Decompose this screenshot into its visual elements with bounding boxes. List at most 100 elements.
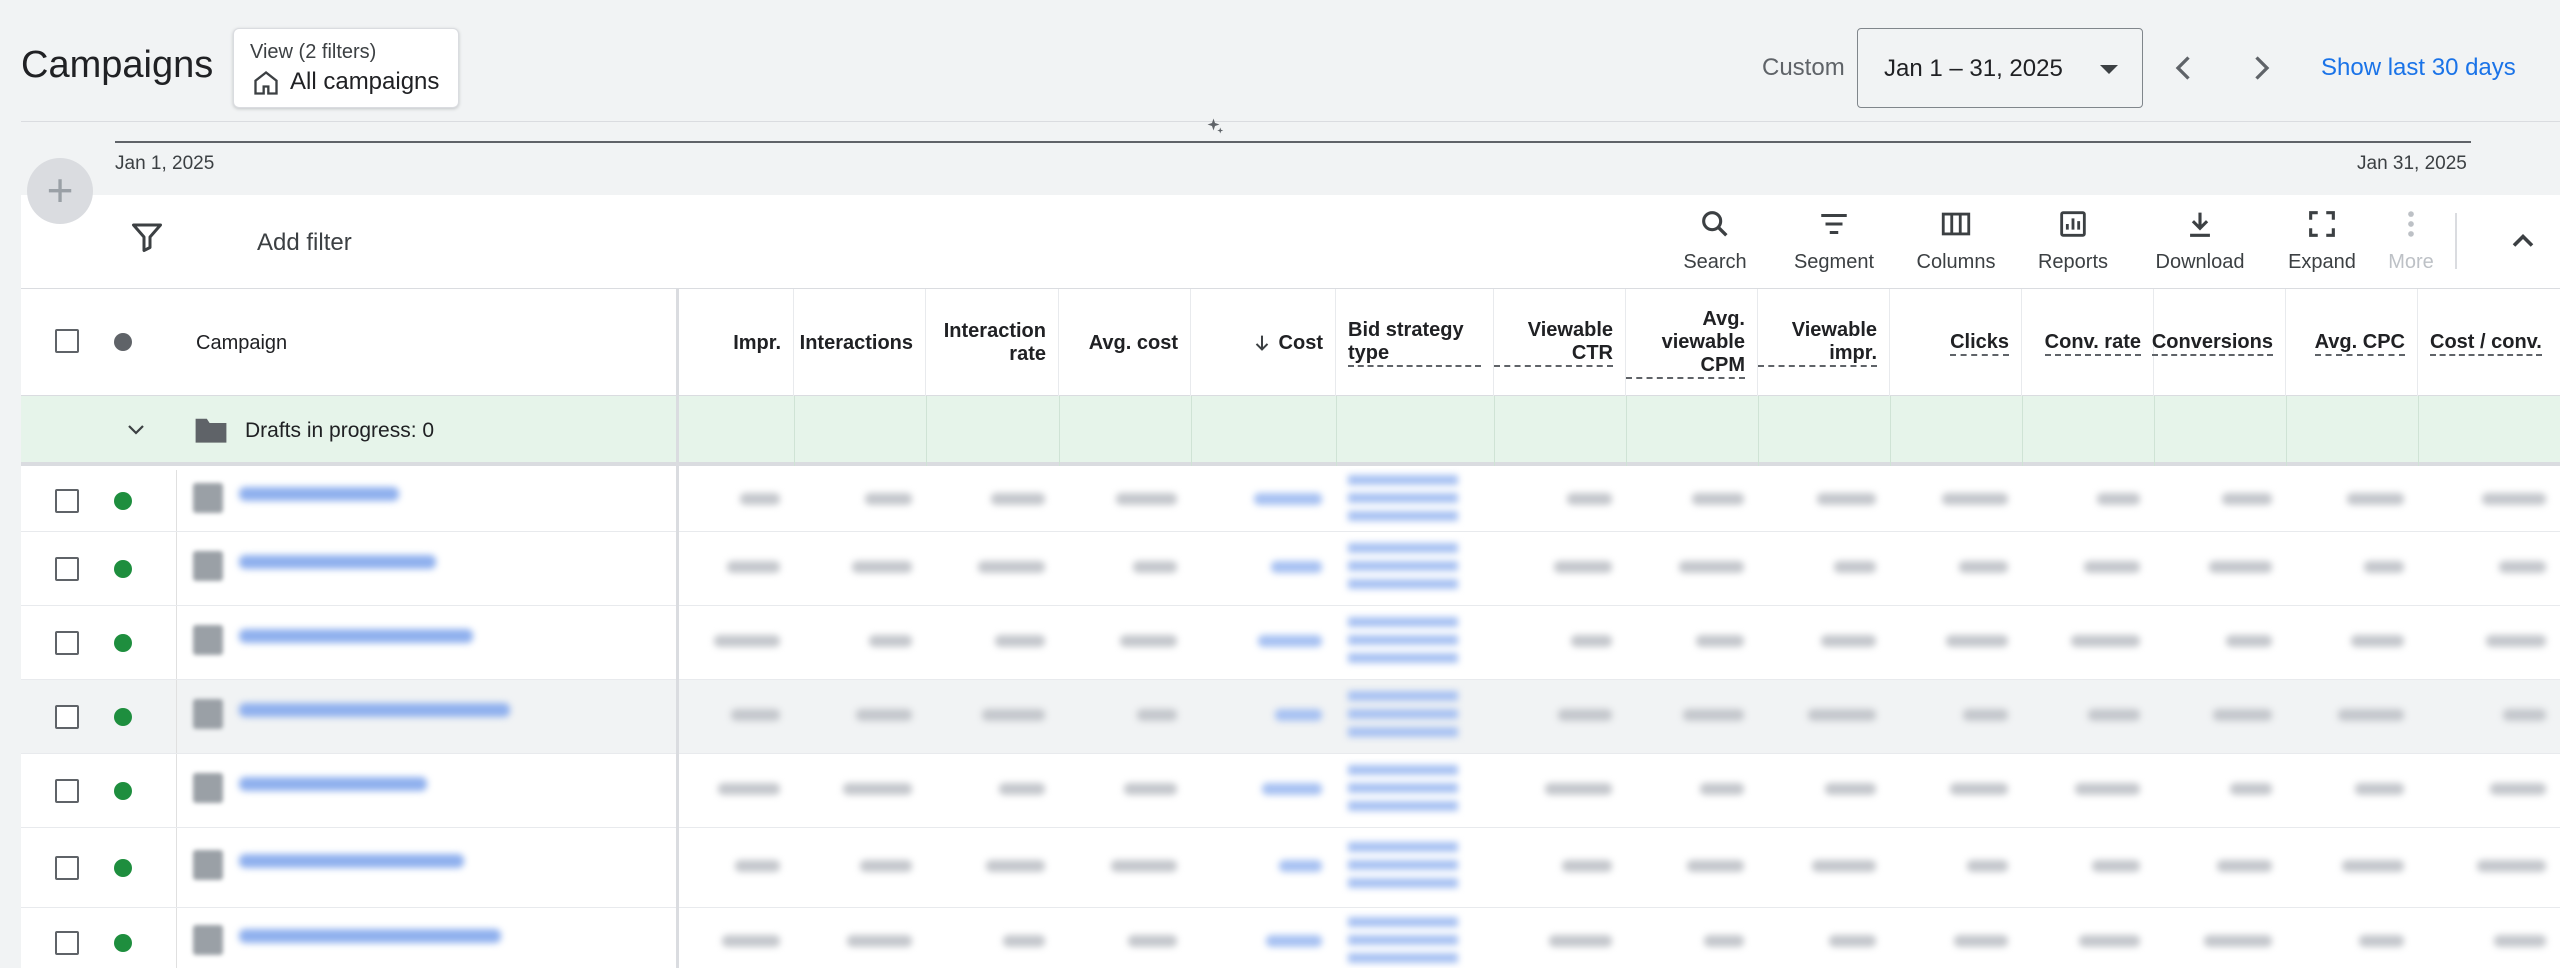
col-interaction-rate[interactable]: Interaction rate [926,289,1059,397]
campaign-type-icon [193,850,223,880]
row-cell-value [1692,493,1744,505]
col-interactions[interactable]: Interactions [794,289,926,397]
chevron-left-icon[interactable] [2166,48,2202,88]
view-selector-button[interactable]: View (2 filters) All campaigns [233,28,459,108]
status-enabled-icon[interactable] [114,560,132,578]
campaign-name-link[interactable] [239,929,501,943]
toolbar-more-button[interactable]: More [2373,207,2449,274]
col-conv-rate[interactable]: Conv. rate [2022,289,2154,397]
toolbar-download-button[interactable]: Download [2129,207,2271,274]
col-impr-label: Impr. [733,331,781,354]
row-divider [176,470,177,531]
campaign-name-link[interactable] [239,487,399,501]
sparkle-icon[interactable] [1206,117,1224,135]
add-campaign-button[interactable]: + [27,158,93,224]
campaign-name-link[interactable] [239,555,436,569]
row-cell-value [2347,493,2404,505]
col-viewable-ctr-label: Viewable CTR [1494,319,1613,367]
col-cost-label: Cost [1278,331,1323,354]
col-avg-cpc[interactable]: Avg. CPC [2286,289,2418,397]
select-all-checkbox[interactable] [55,329,79,353]
row-checkbox[interactable] [55,557,79,581]
table-row[interactable] [21,606,2560,680]
toolbar-reports-button[interactable]: Reports [2017,207,2129,274]
row-cell-value [1963,709,2008,721]
row-cell-value [1262,783,1322,795]
toolbar-columns-button[interactable]: Columns [1895,207,2017,274]
bid-strategy-link[interactable] [1348,917,1458,968]
toolbar-expand-button[interactable]: Expand [2271,207,2373,274]
campaign-name-link[interactable] [239,854,464,868]
row-cell-value [1567,493,1612,505]
row-checkbox[interactable] [55,779,79,803]
bid-strategy-link[interactable] [1348,765,1458,817]
show-last-30-days-link[interactable]: Show last 30 days [2321,54,2516,82]
status-enabled-icon[interactable] [114,708,132,726]
col-conversions[interactable]: Conversions [2151,289,2286,397]
row-cell-value [852,561,912,573]
col-avg-viewable-cpm-label: Avg. viewable CPM [1626,308,1745,379]
col-cost-conv[interactable]: Cost / conv. [2418,289,2560,397]
col-cost-conv-label: Cost / conv. [2430,331,2542,356]
row-cell-value [1959,561,2008,573]
add-filter-button[interactable]: Add filter [257,229,352,257]
status-enabled-icon[interactable] [114,859,132,877]
toolbar-more-label: More [2388,251,2434,273]
timeline-track[interactable] [115,141,2471,143]
chevron-up-icon[interactable] [2505,223,2541,259]
row-checkbox[interactable] [55,489,79,513]
col-avg-cost-label: Avg. cost [1088,331,1178,354]
col-impr[interactable]: Impr. [681,289,794,397]
bid-strategy-link[interactable] [1348,475,1458,527]
date-range-select[interactable]: Jan 1 – 31, 2025 [1857,28,2143,108]
col-bid-strategy[interactable]: Bid strategy type [1336,289,1494,397]
expand-icon [2309,211,2335,237]
row-cell-value [740,493,780,505]
row-checkbox[interactable] [55,631,79,655]
bid-strategy-link[interactable] [1348,691,1458,743]
filter-icon[interactable] [129,219,165,255]
bid-strategy-link[interactable] [1348,543,1458,595]
campaign-name-link[interactable] [239,777,427,791]
campaign-name-link[interactable] [239,629,473,643]
col-clicks-label: Clicks [1950,331,2009,356]
row-cell-value [1954,935,2008,947]
row-cell-value [2482,493,2546,505]
campaign-name-link[interactable] [239,703,510,717]
drafts-row[interactable]: Drafts in progress: 0 [21,396,2560,466]
row-cell-value [995,635,1045,647]
row-checkbox[interactable] [55,856,79,880]
status-enabled-icon[interactable] [114,782,132,800]
bid-strategy-link[interactable] [1348,617,1458,669]
table-row[interactable] [21,532,2560,606]
toolbar-search-button[interactable]: Search [1664,207,1766,274]
col-clicks[interactable]: Clicks [1890,289,2022,397]
col-avg-cost[interactable]: Avg. cost [1059,289,1191,397]
row-checkbox[interactable] [55,705,79,729]
status-enabled-icon[interactable] [114,634,132,652]
row-cell-value [1834,561,1876,573]
toolbar-segment-button[interactable]: Segment [1773,207,1895,274]
col-viewable-impr[interactable]: Viewable impr. [1758,289,1890,397]
table-row[interactable] [21,680,2560,754]
table-row[interactable] [21,470,2560,532]
status-header-icon[interactable] [114,333,132,351]
col-cost[interactable]: Cost [1191,289,1336,397]
status-enabled-icon[interactable] [114,492,132,510]
table-row[interactable] [21,908,2560,968]
col-viewable-ctr[interactable]: Viewable CTR [1494,289,1626,397]
bid-strategy-link[interactable] [1348,842,1458,894]
col-avg-viewable-cpm[interactable]: Avg. viewable CPM [1626,289,1758,397]
status-enabled-icon[interactable] [114,934,132,952]
row-checkbox[interactable] [55,931,79,955]
table-row[interactable] [21,754,2560,828]
frozen-column-divider [676,288,679,968]
row-cell-value [1679,561,1744,573]
chevron-right-icon[interactable] [2243,48,2279,88]
row-cell-value [2351,635,2404,647]
row-cell-value [2097,493,2140,505]
col-campaign[interactable]: Campaign [184,289,678,397]
chevron-down-icon[interactable] [121,418,151,442]
table-row[interactable] [21,828,2560,908]
col-campaign-label: Campaign [196,331,288,354]
